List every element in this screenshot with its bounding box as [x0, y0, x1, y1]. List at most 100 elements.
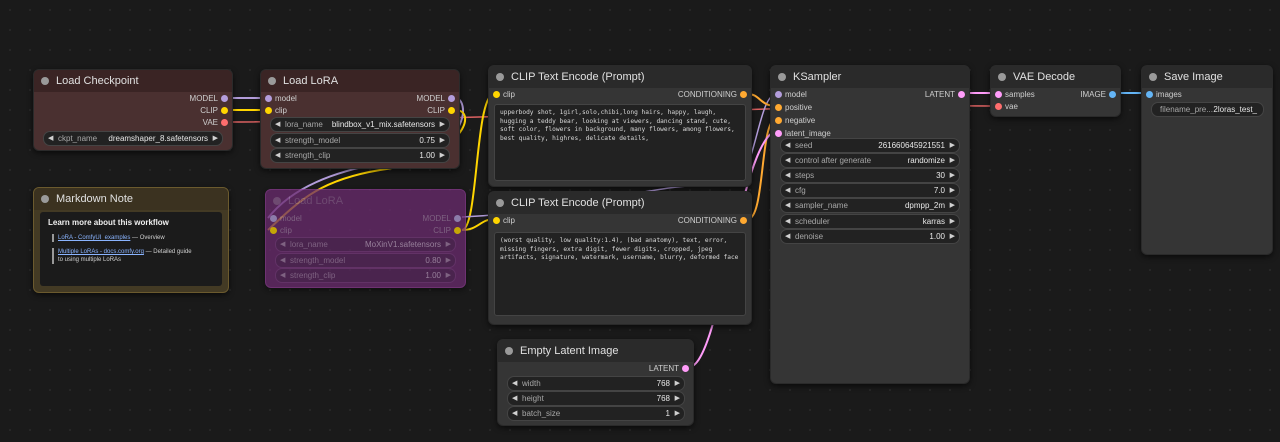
input-clip[interactable]: clip — [493, 88, 515, 102]
strength-model-number[interactable]: ◀ strength_model 0.80 ▶ — [275, 253, 456, 268]
output-clip[interactable]: CLIP — [427, 104, 455, 118]
node-title[interactable]: Markdown Note — [34, 188, 228, 210]
port-dot-icon[interactable] — [740, 91, 747, 98]
port-dot-icon[interactable] — [775, 104, 782, 111]
arrow-left-icon[interactable]: ◀ — [785, 215, 790, 228]
filename-prefix-input[interactable]: filename_pre... 2loras_test_ — [1151, 102, 1264, 117]
arrow-right-icon[interactable]: ▶ — [950, 154, 955, 167]
node-title[interactable]: CLIP Text Encode (Prompt) — [489, 66, 751, 88]
arrow-right-icon[interactable]: ▶ — [446, 254, 451, 267]
collapse-dot-icon[interactable] — [496, 73, 504, 81]
input-negative[interactable]: negative — [775, 114, 815, 128]
port-dot-icon[interactable] — [454, 215, 461, 222]
output-clip[interactable]: CLIP — [433, 224, 461, 238]
arrow-left-icon[interactable]: ◀ — [512, 377, 517, 390]
port-dot-icon[interactable] — [221, 95, 228, 102]
node-title[interactable]: Load LoRA — [261, 70, 459, 92]
port-dot-icon[interactable] — [958, 91, 965, 98]
width-number[interactable]: ◀ width 768 ▶ — [507, 376, 685, 391]
node-clip-text-encode-positive[interactable]: CLIP Text Encode (Prompt) clip CONDITION… — [488, 65, 752, 187]
input-model[interactable]: model — [775, 88, 807, 102]
port-dot-icon[interactable] — [270, 215, 277, 222]
node-title[interactable]: Load Checkpoint — [34, 70, 232, 92]
arrow-right-icon[interactable]: ▶ — [440, 134, 445, 147]
arrow-left-icon[interactable]: ◀ — [785, 154, 790, 167]
collapse-dot-icon[interactable] — [268, 77, 276, 85]
port-dot-icon[interactable] — [995, 103, 1002, 110]
node-title[interactable]: Load LoRA — [266, 190, 465, 212]
collapse-dot-icon[interactable] — [998, 73, 1006, 81]
node-empty-latent-image[interactable]: Empty Latent Image LATENT ◀ width 768 ▶ … — [497, 339, 694, 426]
port-dot-icon[interactable] — [1146, 91, 1153, 98]
arrow-right-icon[interactable]: ▶ — [440, 149, 445, 162]
output-latent[interactable]: LATENT — [925, 88, 965, 102]
control-after-generate-combo[interactable]: ◀ control after generate randomize ▶ — [780, 153, 960, 168]
collapse-dot-icon[interactable] — [496, 199, 504, 207]
arrow-right-icon[interactable]: ▶ — [950, 169, 955, 182]
input-images[interactable]: images — [1146, 88, 1182, 102]
port-dot-icon[interactable] — [493, 91, 500, 98]
arrow-right-icon[interactable]: ▶ — [446, 269, 451, 282]
arrow-left-icon[interactable]: ◀ — [512, 407, 517, 420]
arrow-left-icon[interactable]: ◀ — [512, 392, 517, 405]
arrow-right-icon[interactable]: ▶ — [440, 118, 445, 131]
node-clip-text-encode-negative[interactable]: CLIP Text Encode (Prompt) clip CONDITION… — [488, 191, 752, 325]
port-dot-icon[interactable] — [448, 107, 455, 114]
markdown-body[interactable]: Learn more about this workflow LoRA - Co… — [40, 212, 222, 286]
arrow-right-icon[interactable]: ▶ — [675, 377, 680, 390]
arrow-left-icon[interactable]: ◀ — [280, 254, 285, 267]
input-vae[interactable]: vae — [995, 100, 1018, 114]
arrow-right-icon[interactable]: ▶ — [446, 238, 451, 251]
arrow-left-icon[interactable]: ◀ — [785, 139, 790, 152]
sampler-name-combo[interactable]: ◀ sampler_name dpmpp_2m ▶ — [780, 198, 960, 213]
node-load-checkpoint[interactable]: Load Checkpoint MODEL CLIP VAE ◀ ckpt_na… — [33, 69, 233, 151]
port-dot-icon[interactable] — [740, 217, 747, 224]
port-dot-icon[interactable] — [270, 227, 277, 234]
input-clip[interactable]: clip — [265, 104, 287, 118]
port-dot-icon[interactable] — [221, 119, 228, 126]
node-title[interactable]: VAE Decode — [991, 66, 1120, 88]
node-title[interactable]: KSampler — [771, 66, 969, 88]
port-dot-icon[interactable] — [995, 91, 1002, 98]
arrow-left-icon[interactable]: ◀ — [48, 132, 53, 145]
output-image[interactable]: IMAGE — [1080, 88, 1116, 102]
prompt-textarea[interactable]: (worst quality, low quality:1.4), (bad a… — [494, 232, 746, 316]
collapse-dot-icon[interactable] — [41, 195, 49, 203]
arrow-left-icon[interactable]: ◀ — [785, 184, 790, 197]
node-ksampler[interactable]: KSampler model positive negative latent_… — [770, 65, 970, 384]
prompt-textarea[interactable]: upperbody shot, 1girl,solo,chibi,long ha… — [494, 104, 746, 181]
node-save-image[interactable]: Save Image images filename_pre... 2loras… — [1141, 65, 1273, 255]
port-dot-icon[interactable] — [1109, 91, 1116, 98]
port-dot-icon[interactable] — [775, 117, 782, 124]
link-multiple-loras[interactable]: Multiple LoRAs - docs.comfy.org — [58, 249, 144, 255]
collapse-dot-icon[interactable] — [778, 73, 786, 81]
cfg-number[interactable]: ◀ cfg 7.0 ▶ — [780, 183, 960, 198]
batch-size-number[interactable]: ◀ batch_size 1 ▶ — [507, 406, 685, 421]
collapse-dot-icon[interactable] — [41, 77, 49, 85]
port-dot-icon[interactable] — [448, 95, 455, 102]
input-clip[interactable]: clip — [493, 214, 515, 228]
strength-clip-number[interactable]: ◀ strength_clip 1.00 ▶ — [270, 148, 450, 163]
collapse-dot-icon[interactable] — [1149, 73, 1157, 81]
arrow-left-icon[interactable]: ◀ — [275, 134, 280, 147]
arrow-right-icon[interactable]: ▶ — [675, 392, 680, 405]
output-conditioning[interactable]: CONDITIONING — [678, 88, 747, 102]
strength-model-number[interactable]: ◀ strength_model 0.75 ▶ — [270, 133, 450, 148]
seed-number[interactable]: ◀ seed 261660645921551 ▶ — [780, 138, 960, 153]
node-markdown-note[interactable]: Markdown Note Learn more about this work… — [33, 187, 229, 293]
port-dot-icon[interactable] — [775, 91, 782, 98]
port-dot-icon[interactable] — [221, 107, 228, 114]
strength-clip-number[interactable]: ◀ strength_clip 1.00 ▶ — [275, 268, 456, 283]
port-dot-icon[interactable] — [454, 227, 461, 234]
arrow-left-icon[interactable]: ◀ — [280, 238, 285, 251]
arrow-right-icon[interactable]: ▶ — [950, 215, 955, 228]
arrow-left-icon[interactable]: ◀ — [275, 118, 280, 131]
arrow-right-icon[interactable]: ▶ — [950, 199, 955, 212]
output-vae[interactable]: VAE — [203, 116, 228, 130]
port-dot-icon[interactable] — [265, 95, 272, 102]
scheduler-combo[interactable]: ◀ scheduler karras ▶ — [780, 214, 960, 229]
output-conditioning[interactable]: CONDITIONING — [678, 214, 747, 228]
lora-name-combo[interactable]: ◀ lora_name MoXinV1.safetensors ▶ — [275, 237, 456, 252]
node-vae-decode[interactable]: VAE Decode samples vae IMAGE — [990, 65, 1121, 117]
denoise-number[interactable]: ◀ denoise 1.00 ▶ — [780, 229, 960, 244]
